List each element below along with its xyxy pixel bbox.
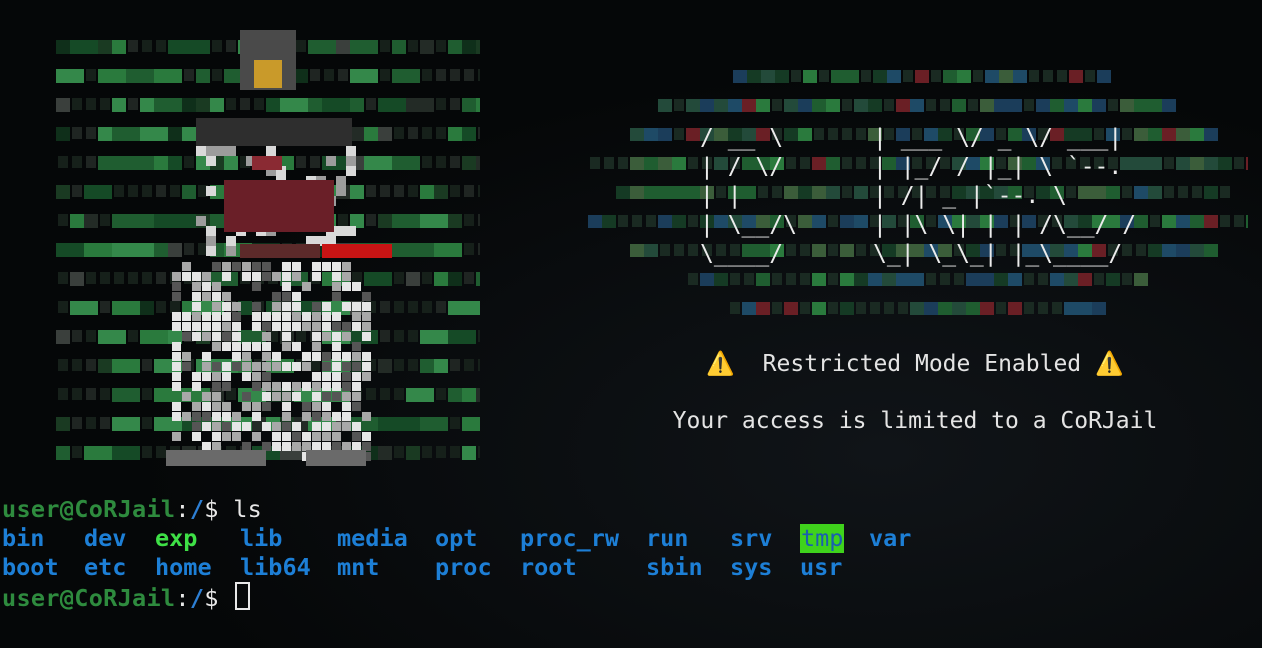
- terminal-prompt-line: user@CoRJail:/$ ls: [2, 495, 262, 524]
- logo-image: / __ \ | ___ \/ _ \/ ___| | / \/ | |_/ / |_…: [588, 70, 1248, 315]
- ls-entry-usr: usr: [800, 553, 843, 581]
- prompt-symbol: $: [204, 584, 234, 612]
- ls-entry-opt: opt: [435, 524, 478, 552]
- text-cursor[interactable]: [235, 582, 251, 610]
- terminal-input-line[interactable]: user@CoRJail:/$: [2, 582, 251, 613]
- logo-ascii-line: | / \/: [700, 154, 783, 180]
- banner-title: Restricted Mode Enabled: [762, 351, 1082, 377]
- figure-image: [56, 30, 480, 466]
- logo-ascii-line: \_| \_\_| |_\____/: [873, 241, 1122, 267]
- logo-ascii-line: | /| _ |`--. \: [873, 183, 1067, 209]
- logo-ascii-line: \____/: [700, 241, 783, 267]
- warning-icon: ⚠️: [706, 351, 735, 377]
- ls-entry-home: home: [155, 553, 212, 581]
- ls-entry-media: media: [337, 524, 408, 552]
- logo-ascii-line: | |\ \| | | /\__/ /: [873, 212, 1136, 238]
- ls-entry-sys: sys: [730, 553, 773, 581]
- ls-entry-run: run: [646, 524, 689, 552]
- prompt-separator: :: [175, 495, 190, 523]
- ls-entry-boot: boot: [2, 553, 59, 581]
- logo-ascii-line: | ___ \/ _ \/ ___|: [873, 125, 1122, 151]
- logo-ascii-line: | |_/ / |_| \ `--.: [873, 154, 1122, 180]
- logo-ascii-line: | \__/\: [700, 212, 797, 238]
- ls-entry-exp: exp: [155, 524, 198, 552]
- prompt-path: /: [189, 495, 205, 523]
- ls-entry-etc: etc: [84, 553, 127, 581]
- ascii-art-figure: [56, 30, 480, 468]
- ls-entry-sbin: sbin: [646, 553, 703, 581]
- ls-entry-bin: bin: [2, 524, 45, 552]
- ls-entry-var: var: [869, 524, 912, 552]
- ls-entry-proc: proc: [435, 553, 492, 581]
- ls-entry-mnt: mnt: [337, 553, 380, 581]
- corjail-ascii-logo: / __ \ | ___ \/ _ \/ ___| | / \/ | |_/ / |_…: [588, 66, 1248, 320]
- prompt-path: /: [189, 584, 205, 612]
- ls-entry-lib64: lib64: [240, 553, 311, 581]
- ls-entry-tmp: tmp: [800, 524, 845, 553]
- prompt-user: user@CoRJail: [2, 495, 176, 523]
- warning-icon: ⚠️: [1095, 351, 1124, 377]
- logo-ascii-line: / __ \: [700, 125, 783, 151]
- logo-ascii-line: | |: [700, 183, 742, 209]
- restricted-mode-banner: ⚠️ Restricted Mode Enabled ⚠️: [600, 350, 1230, 377]
- prompt-user: user@CoRJail: [2, 584, 176, 612]
- prompt-symbol: $: [204, 495, 234, 523]
- ls-entry-proc-rw: proc_rw: [520, 524, 620, 552]
- ls-entry-dev: dev: [84, 524, 127, 552]
- access-notice: Your access is limited to a CoRJail: [672, 408, 1158, 434]
- ls-entry-srv: srv: [730, 524, 773, 552]
- ls-entry-root: root: [520, 553, 577, 581]
- typed-command: ls: [233, 495, 263, 523]
- prompt-separator: :: [175, 584, 190, 612]
- ls-entry-lib: lib: [240, 524, 283, 552]
